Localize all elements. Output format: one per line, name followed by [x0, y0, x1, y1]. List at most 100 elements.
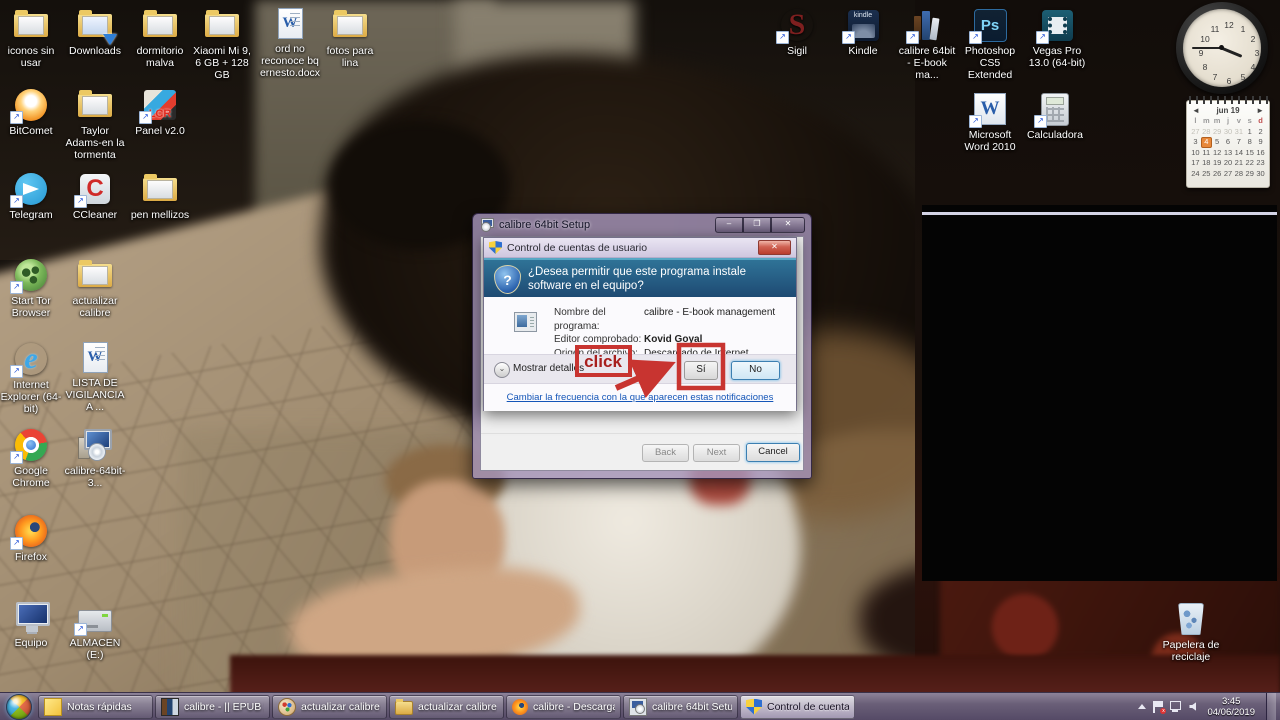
- desktop-icon-actualizar-calibre[interactable]: actualizar calibre: [64, 258, 126, 319]
- shortcut-arrow-icon: ↗: [776, 31, 789, 44]
- folder-icon: [78, 89, 112, 117]
- show-details-toggle[interactable]: Mostrar detalles: [513, 363, 584, 374]
- desktop-icon-xiaomi[interactable]: Xiaomi Mi 9, 6 GB + 128 GB: [191, 8, 253, 81]
- desktop-icon-almacen-drive[interactable]: ↗ ALMACEN (E:): [64, 600, 126, 661]
- uac-title-bar[interactable]: Control de cuentas de usuario ✕: [484, 238, 796, 258]
- shortcut-arrow-icon: ↗: [74, 623, 87, 636]
- desktop-icon-internet-explorer[interactable]: e ↗ Internet Explorer (64-bit): [0, 342, 62, 415]
- calendar-prev-icon[interactable]: ◄: [1192, 106, 1200, 115]
- desktop-icon-word-2010[interactable]: W ↗ Microsoft Word 2010: [959, 92, 1021, 153]
- desktop-icon-lista-vigilancia[interactable]: W LISTA DE VIGILANCIA A ...: [64, 340, 126, 413]
- chevron-down-icon[interactable]: ⌄: [494, 362, 510, 378]
- shortcut-arrow-icon: ↗: [10, 537, 23, 550]
- spiral-binding: [1187, 96, 1269, 104]
- desktop-icon-lcr-panel[interactable]: LCR ↗ Panel v2.0: [129, 88, 191, 137]
- desktop-icon-photoshop[interactable]: Ps ↗ Photoshop CS5 Extended: [959, 8, 1021, 81]
- shortcut-arrow-icon: ↗: [842, 31, 855, 44]
- taskbar-button-control-cuentas[interactable]: Control de cuenta...: [740, 694, 855, 719]
- shortcut-arrow-icon: ↗: [969, 115, 982, 128]
- minute-hand: [1191, 47, 1222, 49]
- uac-dialog: Control de cuentas de usuario ✕ ? ¿Desea…: [483, 237, 797, 411]
- desktop-icon-firefox[interactable]: ↗ Firefox: [0, 514, 62, 563]
- paint-palette-icon: [278, 697, 296, 716]
- cancel-button[interactable]: Cancel: [746, 443, 800, 462]
- uac-title: Control de cuentas de usuario: [507, 241, 648, 254]
- show-hidden-icons-icon[interactable]: [1138, 704, 1147, 709]
- uac-banner: ? ¿Desea permitir que este programa inst…: [484, 258, 796, 297]
- recycle-bin-icon: [1178, 603, 1204, 635]
- next-button[interactable]: Next: [693, 444, 740, 462]
- shortcut-arrow-icon: ↗: [906, 31, 919, 44]
- desktop-icon-taylor-adams[interactable]: Taylor Adams-en la tormenta: [64, 88, 126, 161]
- calendar-gadget[interactable]: ◄ jun 19 ► lmmjvsd 27 28 29 30 31 1 2 3456789 …: [1186, 96, 1270, 188]
- notification-settings-link[interactable]: Cambiar la frecuencia con la que aparece…: [507, 392, 774, 403]
- desktop-icon-ccleaner[interactable]: C ↗ CCleaner: [64, 172, 126, 221]
- desktop-icon-recycle-bin[interactable]: Papelera de reciclaje: [1160, 602, 1222, 663]
- calibre-icon: [161, 697, 179, 716]
- installer-icon: [78, 429, 112, 461]
- calendar-next-icon[interactable]: ►: [1256, 106, 1264, 115]
- computer-icon: [14, 602, 50, 632]
- desktop-icon-tor-browser[interactable]: ↗ Start Tor Browser: [0, 258, 62, 319]
- calendar-today: 4: [1200, 137, 1212, 148]
- installer-icon: [479, 218, 494, 232]
- uac-program-info: Nombre del programa: calibre - E-book man…: [484, 297, 796, 359]
- tray-clock[interactable]: 3:45 04/06/2019: [1203, 696, 1259, 718]
- sticky-note-icon: [44, 697, 62, 716]
- maximize-button[interactable]: ❐: [743, 217, 771, 233]
- taskbar-button-calibre[interactable]: calibre - || EPUB 2...: [155, 694, 270, 719]
- desktop-icon-equipo[interactable]: Equipo: [0, 600, 62, 649]
- firefox-icon: [512, 698, 528, 715]
- word-document-icon: W: [82, 341, 108, 373]
- desktop-icon-ord-doc[interactable]: W ord no reconoce bq ernesto.docx: [259, 6, 321, 79]
- desktop-icon-google-chrome[interactable]: ↗ Google Chrome: [0, 428, 62, 489]
- yes-button[interactable]: Sí: [684, 361, 718, 380]
- shortcut-arrow-icon: ↗: [139, 111, 152, 124]
- start-button[interactable]: [0, 693, 38, 720]
- program-icon: [514, 312, 537, 332]
- shortcut-arrow-icon: ↗: [10, 451, 23, 464]
- desktop-icon-calibre-ebook[interactable]: ↗ calibre 64bit - E-book ma...: [896, 8, 958, 81]
- taskbar-button-actualizar-calibre-paint[interactable]: actualizar calibre ...: [272, 694, 387, 719]
- desktop-icon-iconos-sin-usar[interactable]: iconos sin usar: [0, 8, 62, 69]
- uac-close-button[interactable]: ✕: [758, 240, 791, 255]
- desktop-icon-calibre-installer-file[interactable]: calibre-64bit-3...: [64, 428, 126, 489]
- taskbar-button-actualizar-calibre-folder[interactable]: actualizar calibre: [389, 694, 504, 719]
- show-desktop-button[interactable]: [1266, 693, 1276, 720]
- desktop-icon-pen-mellizos[interactable]: pen mellizos: [129, 172, 191, 221]
- uac-shield-icon: [489, 241, 502, 254]
- desktop-icon-fotos-para-lina[interactable]: fotos para lina: [319, 8, 381, 69]
- network-icon[interactable]: [1170, 701, 1182, 712]
- desktop-icon-downloads[interactable]: Downloads: [64, 8, 126, 57]
- shortcut-arrow-icon: ↗: [10, 281, 23, 294]
- taskbar-button-notas-rapidas[interactable]: Notas rápidas: [38, 694, 153, 719]
- desktop-icon-sigil[interactable]: S ↗ Sigil: [766, 8, 828, 57]
- uac-footer: ⌄ Mostrar detalles Sí No: [484, 354, 796, 384]
- shortcut-arrow-icon: ↗: [969, 31, 982, 44]
- desktop-icon-vegas-pro[interactable]: ↗ Vegas Pro 13.0 (64-bit): [1026, 8, 1088, 69]
- shortcut-arrow-icon: ↗: [10, 111, 23, 124]
- taskbar-button-firefox-descarga[interactable]: calibre - Descarga...: [506, 694, 621, 719]
- desktop-icon-kindle[interactable]: kindle ↗ Kindle: [832, 8, 894, 57]
- no-button[interactable]: No: [731, 361, 780, 380]
- uac-question-text: ¿Desea permitir que este programa instal…: [528, 265, 746, 292]
- desktop-icon-telegram[interactable]: ↗ Telegram: [0, 172, 62, 221]
- clock-gadget[interactable]: 12 1 2 3 4 5 6 7 8 9 10 11: [1176, 2, 1268, 94]
- volume-icon[interactable]: [1189, 702, 1197, 711]
- desktop-icon-calculadora[interactable]: ↗ Calculadora: [1024, 92, 1086, 141]
- setup-title-bar[interactable]: calibre 64bit Setup – ❐ ✕: [473, 214, 811, 236]
- folder-icon: [78, 259, 112, 287]
- setup-window-title: calibre 64bit Setup: [499, 219, 591, 231]
- shortcut-arrow-icon: ↗: [10, 195, 23, 208]
- publisher-name: Kovid Goyal: [644, 334, 703, 345]
- black-screen-region: [922, 205, 1277, 581]
- action-center-flag-icon[interactable]: x: [1153, 700, 1167, 714]
- close-button[interactable]: ✕: [771, 217, 805, 233]
- taskbar-button-calibre-setup[interactable]: calibre 64bit Setup: [623, 694, 738, 719]
- desktop: iconos sin usar Downloads dormitorio mal…: [0, 0, 1280, 720]
- minimize-button[interactable]: –: [715, 217, 743, 233]
- desktop-icon-dormitorio-malva[interactable]: dormitorio malva: [129, 8, 191, 69]
- hour-hand: [1220, 46, 1243, 58]
- desktop-icon-bitcomet[interactable]: ↗ BitComet: [0, 88, 62, 137]
- back-button[interactable]: Back: [642, 444, 689, 462]
